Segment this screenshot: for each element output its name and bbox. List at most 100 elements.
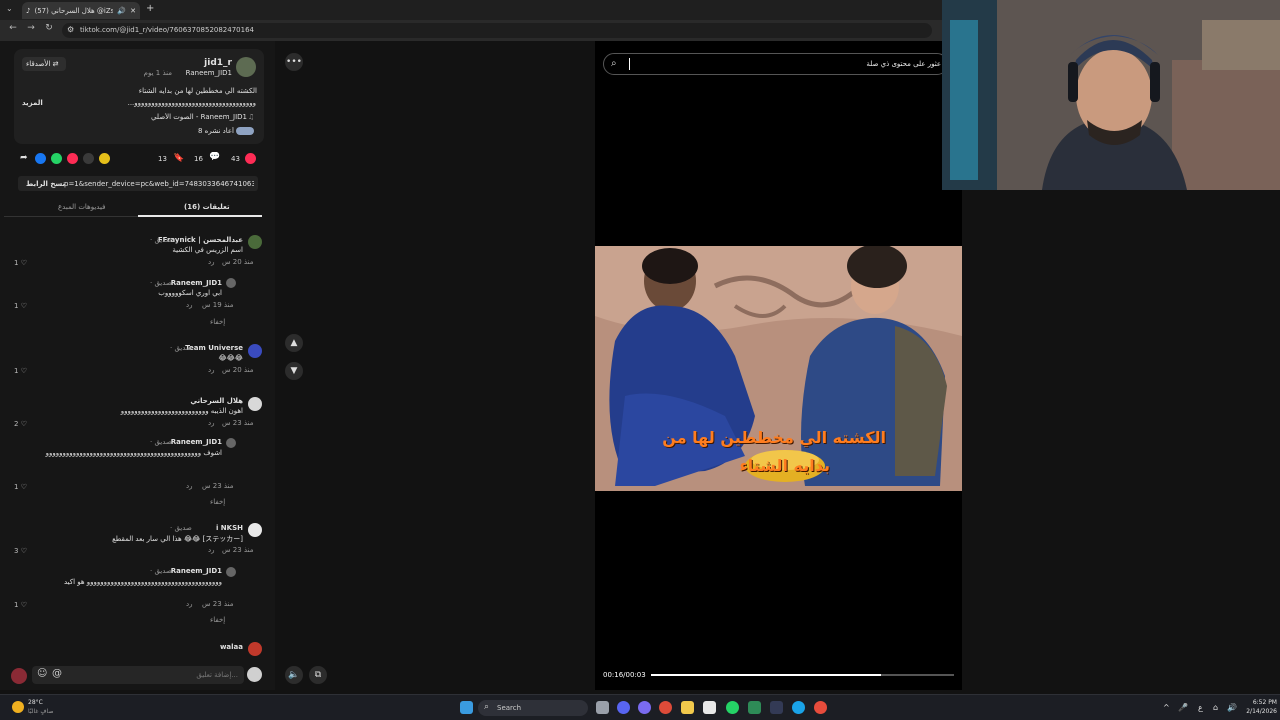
- share-icon[interactable]: ➦: [20, 153, 28, 163]
- commenter-avatar[interactable]: [248, 642, 262, 656]
- comment-likes[interactable]: 1 ♡: [14, 601, 27, 609]
- messenger-icon[interactable]: [638, 701, 651, 714]
- browser-tab[interactable]: ♪ (57) هلال السرحاني @iZsZu 🔊 ✕: [22, 2, 140, 19]
- more-link[interactable]: المزيد: [22, 99, 43, 107]
- previous-video-button[interactable]: ▲: [285, 334, 303, 352]
- reply-button[interactable]: رد: [208, 258, 215, 266]
- reply-button[interactable]: رد: [208, 419, 215, 427]
- heart-icon[interactable]: [245, 153, 256, 164]
- app-icon[interactable]: [748, 701, 761, 714]
- comment-likes[interactable]: 2 ♡: [14, 420, 27, 428]
- comment-likes[interactable]: 1 ♡: [14, 259, 27, 267]
- bookmark-icon[interactable]: 🔖: [173, 153, 184, 163]
- telegram-icon[interactable]: [99, 153, 110, 164]
- comment-input-box[interactable]: ☺ @ إضافة تعليق...: [32, 666, 244, 684]
- store-icon[interactable]: [703, 701, 716, 714]
- tab-creator-videos[interactable]: فيديوهات المبدع: [58, 203, 105, 211]
- comment-author[interactable]: هلال السرحاني: [180, 397, 243, 405]
- back-icon[interactable]: ←: [6, 23, 20, 33]
- friends-button[interactable]: الأصدقاء ⇄: [22, 57, 66, 71]
- comment-time: منذ 23 س: [202, 600, 234, 608]
- commenter-avatar[interactable]: [226, 567, 236, 577]
- comment-likes[interactable]: 1 ♡: [14, 302, 27, 310]
- url-field[interactable]: ⚙ tiktok.com/@jid1_r/video/7606370852082…: [62, 23, 932, 38]
- weather-icon[interactable]: [12, 701, 24, 713]
- next-video-button[interactable]: ▼: [285, 362, 303, 380]
- taskbar-search[interactable]: ⌕ Search: [478, 700, 588, 716]
- hide-replies-button[interactable]: إخفاء: [210, 498, 225, 506]
- video-frame[interactable]: الكشته الي مخططين لها من بدايه الشتاء: [595, 246, 962, 491]
- whatsapp-app-icon[interactable]: [726, 701, 739, 714]
- swap-icon: ⇄: [52, 60, 59, 68]
- taskbar: 28°C صافٍ غالبًا ⌕ Search ^ 🎤 ع ⌂ 🔊 6:52…: [0, 694, 1280, 720]
- tab-list-icon[interactable]: ⌄: [6, 4, 13, 13]
- close-tab-icon[interactable]: ✕: [130, 7, 136, 15]
- comment-time: منذ 23 س: [222, 419, 254, 427]
- author-avatar[interactable]: [236, 57, 256, 77]
- video-player[interactable]: ⌕ عثور على محتوى ذي صلة الكشته الي مخططي…: [595, 41, 962, 690]
- commenter-avatar[interactable]: [248, 235, 262, 249]
- obs-icon[interactable]: [770, 701, 783, 714]
- author-username[interactable]: jid1_r: [174, 58, 232, 68]
- hide-replies-button[interactable]: إخفاء: [210, 616, 225, 624]
- sound-link[interactable]: الصوت الأصلي - Raneem_JID1: [114, 113, 247, 121]
- tab-comments[interactable]: تعليقات (16): [184, 203, 230, 211]
- discord-icon[interactable]: [617, 701, 630, 714]
- emoji-icon[interactable]: ☺: [37, 668, 47, 679]
- embed-icon[interactable]: [83, 153, 94, 164]
- forward-icon[interactable]: →: [24, 23, 38, 33]
- weather-temp[interactable]: 28°C: [28, 699, 43, 706]
- reply-button[interactable]: رد: [208, 546, 215, 554]
- commenter-avatar[interactable]: [248, 344, 262, 358]
- reply-button[interactable]: رد: [186, 301, 193, 309]
- speaker-icon[interactable]: 🔊: [117, 7, 126, 15]
- reply-button[interactable]: رد: [208, 366, 215, 374]
- scroll-up-button[interactable]: [11, 668, 27, 684]
- facebook-icon[interactable]: [35, 153, 46, 164]
- reload-icon[interactable]: ↻: [42, 23, 56, 33]
- commenter-avatar[interactable]: [248, 397, 262, 411]
- commenter-avatar[interactable]: [226, 278, 236, 288]
- comment-author[interactable]: walaa: [200, 643, 243, 651]
- file-explorer-icon[interactable]: [681, 701, 694, 714]
- tray-volume-icon[interactable]: 🔊: [1227, 703, 1237, 712]
- tray-mic-icon[interactable]: 🎤: [1178, 703, 1188, 712]
- commenter-avatar[interactable]: [248, 523, 262, 537]
- comment-likes[interactable]: 3 ♡: [14, 547, 27, 555]
- tiktok-share-icon[interactable]: [67, 153, 78, 164]
- link-text[interactable]: p=1&sender_device=pc&web_id=748303364674…: [64, 180, 254, 188]
- commenter-avatar[interactable]: [226, 438, 236, 448]
- edge-icon[interactable]: [792, 701, 805, 714]
- task-view-icon[interactable]: [596, 701, 609, 714]
- chrome-active-icon[interactable]: [814, 701, 827, 714]
- author-display-name[interactable]: Raneem_JID1: [174, 69, 232, 77]
- pip-icon[interactable]: ⧉: [309, 666, 327, 684]
- copy-link-button[interactable]: نسخ الرابط: [26, 180, 65, 188]
- post-info-card: jid1_r Raneem_JID1 منذ 1 يوم الأصدقاء ⇄ …: [14, 49, 264, 144]
- start-icon[interactable]: [460, 701, 473, 714]
- reply-button[interactable]: رد: [186, 600, 193, 608]
- comment-bubble-icon[interactable]: 💬: [209, 152, 220, 162]
- more-options-icon[interactable]: •••: [285, 53, 303, 71]
- comment-likes[interactable]: 1 ♡: [14, 483, 27, 491]
- my-avatar[interactable]: [247, 667, 262, 682]
- comment-text: 😂😂😂: [218, 354, 243, 362]
- chrome-icon[interactable]: [659, 701, 672, 714]
- whatsapp-icon[interactable]: [51, 153, 62, 164]
- clock-date[interactable]: 2/14/2026: [1243, 708, 1277, 715]
- comment-likes[interactable]: 1 ♡: [14, 367, 27, 375]
- tray-chevron-icon[interactable]: ^: [1163, 703, 1170, 712]
- site-settings-icon[interactable]: ⚙: [67, 25, 74, 34]
- video-progress-track[interactable]: [651, 674, 954, 676]
- url-text: tiktok.com/@jid1_r/video/760637085208247…: [80, 26, 254, 34]
- comment-like-count: 1: [14, 601, 19, 609]
- mention-icon[interactable]: @: [52, 668, 62, 679]
- hide-replies-button[interactable]: إخفاء: [210, 318, 225, 326]
- tray-lang[interactable]: ع: [1198, 703, 1203, 712]
- new-tab-button[interactable]: +: [146, 3, 154, 14]
- reply-button[interactable]: رد: [186, 482, 193, 490]
- related-search-box[interactable]: ⌕ عثور على محتوى ذي صلة: [603, 53, 948, 75]
- tray-network-icon[interactable]: ⌂: [1213, 703, 1218, 712]
- volume-icon[interactable]: 🔈: [285, 666, 303, 684]
- clock-time[interactable]: 6:52 PM: [1243, 699, 1277, 706]
